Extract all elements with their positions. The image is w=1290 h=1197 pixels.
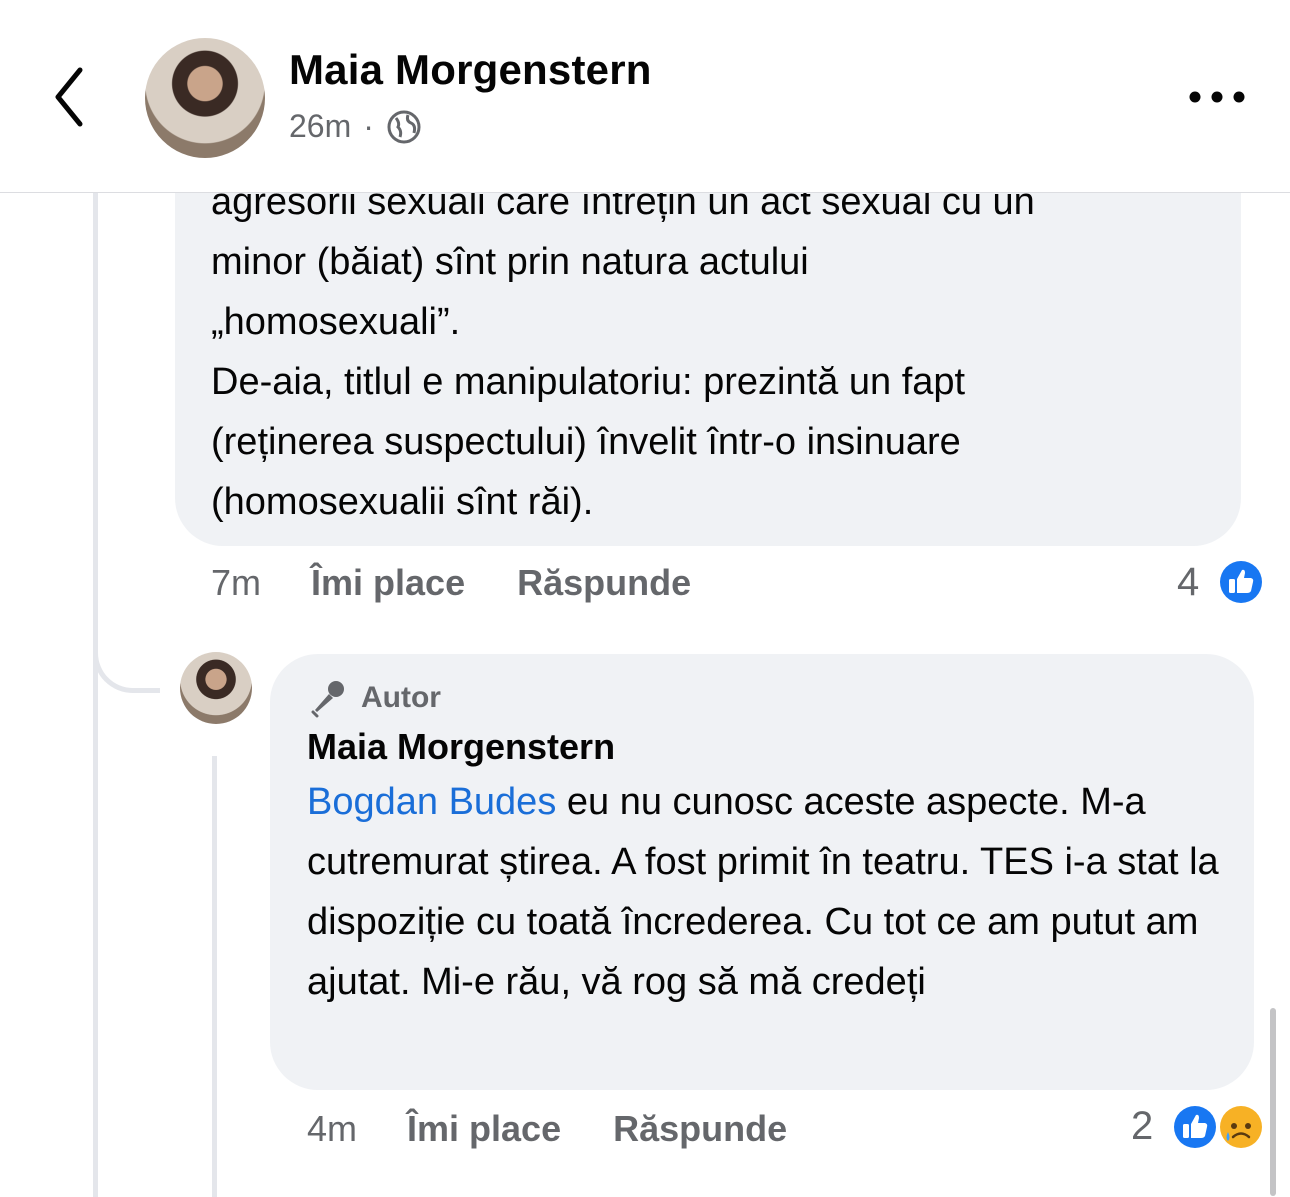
- microphone-icon: [311, 681, 344, 718]
- reply-actions: 4m Îmi place Răspunde: [307, 1108, 787, 1150]
- comment-text: agresorii sexuali care întrețin un act s…: [211, 181, 1035, 523]
- avatar[interactable]: [145, 38, 265, 158]
- mention-link[interactable]: Bogdan Budes: [307, 781, 556, 823]
- like-reaction-icon[interactable]: [1170, 1102, 1220, 1152]
- post-meta: 26m ·: [289, 108, 422, 145]
- reply-button[interactable]: Răspunde: [613, 1108, 787, 1150]
- reaction-count[interactable]: 2: [1131, 1104, 1153, 1149]
- chevron-left-icon[interactable]: [44, 62, 100, 132]
- reply-button[interactable]: Răspunde: [517, 562, 691, 604]
- scrollbar[interactable]: [1270, 1008, 1276, 1196]
- reply-text: Bogdan Budes eu nu cunosc aceste aspecte…: [307, 772, 1237, 1012]
- like-reaction-icon[interactable]: [1216, 557, 1266, 607]
- reaction-count[interactable]: 4: [1177, 560, 1199, 605]
- separator: ·: [363, 108, 374, 144]
- author-badge: Autor: [307, 678, 441, 718]
- avatar[interactable]: [180, 652, 252, 724]
- more-icon[interactable]: [1186, 86, 1248, 108]
- like-button[interactable]: Îmi place: [407, 1108, 561, 1150]
- author-badge-label: Autor: [361, 681, 441, 714]
- page-title[interactable]: Maia Morgenstern: [289, 46, 652, 94]
- reply-time[interactable]: 4m: [307, 1108, 357, 1150]
- post-header: Maia Morgenstern 26m ·: [0, 0, 1290, 193]
- reply-author-name[interactable]: Maia Morgenstern: [307, 726, 615, 768]
- comment-actions: 7m Îmi place Răspunde: [211, 562, 691, 604]
- sad-reaction-icon[interactable]: [1216, 1102, 1266, 1152]
- globe-icon: [387, 110, 421, 143]
- reply-thread-line: [212, 756, 217, 1197]
- like-button[interactable]: Îmi place: [311, 562, 465, 604]
- post-time[interactable]: 26m: [289, 108, 351, 145]
- thread-line: [93, 192, 98, 1197]
- comment-time[interactable]: 7m: [211, 562, 261, 604]
- thread-connector: [93, 600, 160, 693]
